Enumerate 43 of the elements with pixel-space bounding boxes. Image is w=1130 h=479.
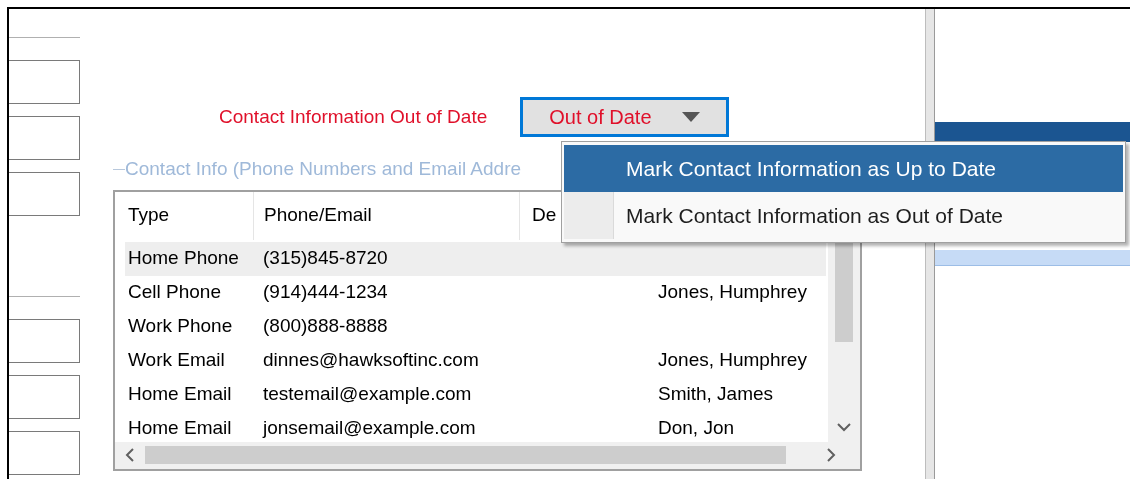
status-dropdown[interactable]: Out of Date: [520, 97, 730, 137]
menu-item[interactable]: Mark Contact Information as Out of Date: [564, 192, 1123, 239]
table-cell-text: Jones, Humphrey: [658, 348, 807, 373]
table-cell-text: Jones, Humphrey: [658, 280, 807, 305]
text-field[interactable]: [9, 375, 80, 419]
table-cell-text: Work Email: [127, 348, 226, 373]
table-cell-text: (800)888-8888: [263, 314, 389, 339]
table-cell-text: Home Email: [127, 416, 233, 440]
status-label: Contact Information Out of Date: [219, 104, 488, 129]
text-field[interactable]: [9, 60, 80, 104]
chevron-down-icon[interactable]: [837, 421, 851, 432]
text-field[interactable]: [9, 319, 80, 363]
table-cell-text: Don, Jon: [658, 416, 735, 440]
table-cell-text: Home Phone: [127, 246, 240, 271]
table-row[interactable]: Home Email jonsemail@example.com Don, Jon: [125, 411, 826, 440]
table-cell-text: (914)444-1234: [263, 280, 389, 305]
table-cell-text: Smith, James: [658, 382, 774, 407]
text-field[interactable]: [9, 172, 80, 216]
scrollbar-thumb[interactable]: [145, 446, 786, 464]
vertical-scrollbar[interactable]: [828, 241, 860, 442]
table-cell-text: Work Phone: [127, 314, 234, 339]
table-row[interactable]: Work Phone (800)888-8888: [125, 309, 826, 344]
table-cell-text: (315)845-8720: [263, 246, 389, 271]
scrollbar-thumb[interactable]: [835, 241, 853, 342]
text-field[interactable]: [9, 431, 80, 475]
table-cell-text: dinnes@hawksoftinc.com: [263, 348, 480, 373]
table-row[interactable]: Home Phone (315)845-8720: [125, 241, 826, 276]
caret-icon: [682, 112, 701, 122]
table-cell-text: jonsemail@example.com: [263, 416, 477, 440]
menu-item[interactable]: Mark Contact Information as Up to Date: [564, 145, 1123, 192]
table-row[interactable]: Work Email dinnes@hawksoftinc.com Jones, Humphrey: [125, 343, 826, 378]
text-field[interactable]: [9, 116, 80, 160]
group-title: Contact Info (Phone Numbers and Email Addre: [125, 157, 522, 181]
horizontal-scrollbar[interactable]: [115, 441, 860, 469]
chevron-right-icon[interactable]: [826, 448, 836, 462]
table-cell-text: testemail@example.com: [263, 382, 473, 407]
column-header[interactable]: Phone/Email: [253, 191, 519, 240]
table-cell-text: Cell Phone: [127, 280, 222, 305]
column-header[interactable]: Type: [115, 191, 253, 240]
chevron-left-icon[interactable]: [125, 448, 135, 462]
table-cell-text: Home Email: [127, 382, 233, 407]
table-row[interactable]: Home Email testemail@example.com Smith, James: [125, 377, 826, 412]
table-row[interactable]: Cell Phone (914)444-1234 Jones, Humphrey: [125, 275, 826, 310]
